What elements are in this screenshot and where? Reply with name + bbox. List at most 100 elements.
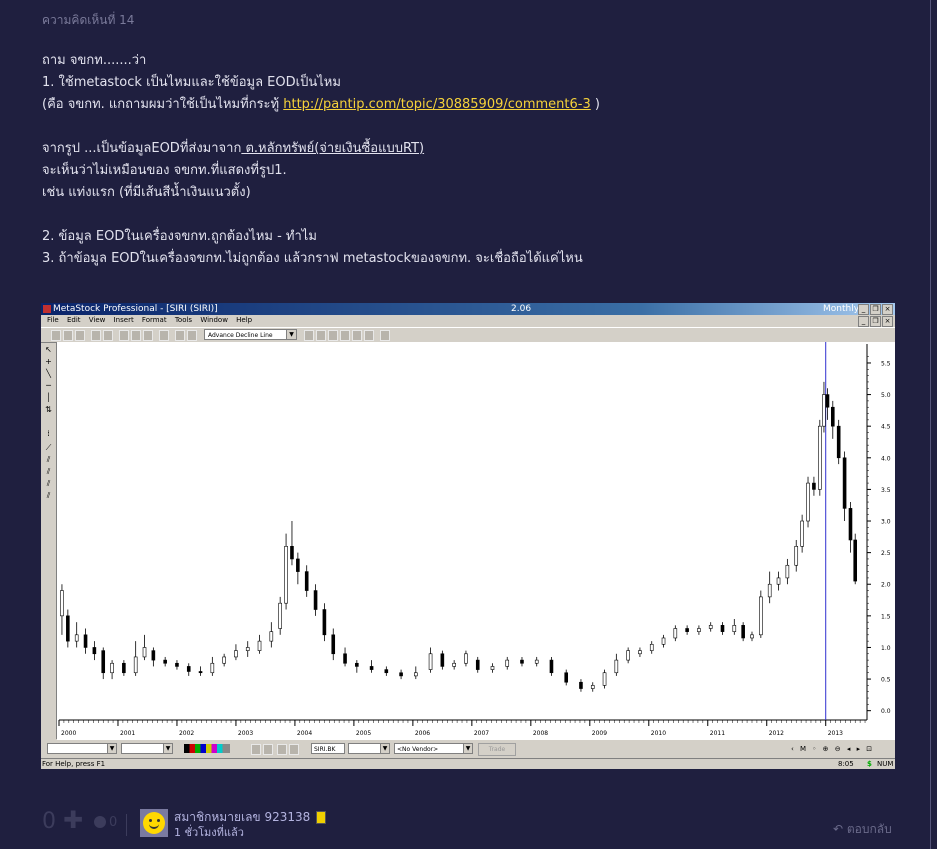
- cycle-icon[interactable]: ⁞: [44, 429, 53, 439]
- candle-body: [74, 634, 79, 642]
- exchange-select[interactable]: ▼: [348, 743, 390, 754]
- channel-icon[interactable]: ⫽: [44, 479, 53, 489]
- y-tick-label: 5.5: [881, 360, 891, 367]
- cycle-lines-icon[interactable]: ⇅: [44, 405, 53, 415]
- menu-view[interactable]: View: [89, 316, 106, 324]
- fibonacci-icon[interactable]: ⟋: [44, 443, 53, 453]
- menu-file[interactable]: File: [47, 316, 59, 324]
- candle-body: [245, 647, 250, 651]
- binoculars-icon[interactable]: [364, 330, 374, 341]
- reply-label: ตอบกลับ: [846, 822, 892, 836]
- comment-number: ความคิดเห็นที่ 14: [42, 13, 135, 27]
- speed-line-icon[interactable]: ⫽: [44, 491, 53, 501]
- body-line: เช่น แท่งแรก (ที่มีเส้นสีน้ำเงินแนวตั้ง): [42, 185, 251, 200]
- x-tick-label: 2004: [297, 730, 312, 737]
- candle-body: [464, 653, 468, 664]
- trendline-icon[interactable]: ╲: [44, 369, 53, 379]
- candle-body: [720, 625, 725, 632]
- help-icon[interactable]: [380, 330, 390, 341]
- record-icon[interactable]: [251, 744, 261, 755]
- move-icon[interactable]: [175, 330, 185, 341]
- candle-body: [60, 590, 64, 617]
- candle-body: [638, 650, 642, 655]
- candle-body: [163, 659, 167, 664]
- y-tick-label: 1.5: [881, 613, 891, 620]
- undo-icon[interactable]: [159, 330, 169, 341]
- color-palette[interactable]: [184, 744, 230, 753]
- candle-body: [661, 637, 666, 645]
- horizontal-line-icon[interactable]: ─: [44, 381, 53, 391]
- menu-help[interactable]: Help: [236, 316, 252, 324]
- x-tick-label: 2005: [356, 730, 371, 737]
- camera-icon[interactable]: [277, 744, 287, 755]
- candle-body: [222, 656, 226, 664]
- topic-link[interactable]: http://pantip.com/topic/30885909/comment…: [283, 97, 591, 112]
- body-line: 2. ข้อมูล EODในเครื่องจขกท.ถูกต้องไหม - …: [42, 229, 317, 244]
- close-icon[interactable]: ×: [882, 304, 893, 315]
- zoom-icon[interactable]: [187, 330, 197, 341]
- restore-icon[interactable]: ❐: [870, 316, 881, 327]
- stop-icon[interactable]: [263, 744, 273, 755]
- candle-body: [564, 672, 569, 683]
- menu-insert[interactable]: Insert: [114, 316, 134, 324]
- x-tick-label: 2007: [474, 730, 489, 737]
- candle-body: [290, 546, 294, 560]
- menu-format[interactable]: Format: [142, 316, 167, 324]
- emotion-icon[interactable]: [94, 816, 106, 828]
- reply-button[interactable]: ↶ ตอบกลับ: [833, 820, 892, 839]
- close-icon[interactable]: ×: [882, 316, 893, 327]
- chart-area[interactable]: 0.0 0.5 1.0 1.5 2.0 2.5 3.0 3.5 4.0 4.5 5.0 5.5 2000…: [57, 342, 895, 740]
- screen-icon[interactable]: [289, 744, 299, 755]
- expert-icon[interactable]: [316, 330, 326, 341]
- minimize-icon[interactable]: _: [858, 304, 869, 315]
- candle-body: [822, 394, 826, 427]
- x-tick-label: 2009: [592, 730, 607, 737]
- new-icon[interactable]: [51, 330, 61, 341]
- vendor-select[interactable]: <No Vendor> ▼: [394, 743, 473, 754]
- x-tick-label: 2012: [769, 730, 784, 737]
- cut-icon[interactable]: [119, 330, 129, 341]
- minimize-icon[interactable]: _: [858, 316, 869, 327]
- formula-icon[interactable]: [328, 330, 338, 341]
- indicator-select[interactable]: Advance Decline Line ▼: [204, 329, 297, 340]
- dollar-icon[interactable]: [352, 330, 362, 341]
- paste-icon[interactable]: [143, 330, 153, 341]
- pointer-icon[interactable]: ↖: [44, 345, 53, 355]
- window-buttons: _ ❐ ×: [858, 304, 893, 315]
- menu-window[interactable]: Window: [200, 316, 228, 324]
- candle-body: [794, 546, 799, 566]
- menu-tools[interactable]: Tools: [175, 316, 192, 324]
- chevron-down-icon: ▼: [463, 744, 472, 753]
- candle-body: [110, 662, 114, 674]
- child-window-buttons: _ ❐ ×: [858, 316, 893, 327]
- system-tester-icon[interactable]: [340, 330, 350, 341]
- print-preview-icon[interactable]: [103, 330, 113, 341]
- plus-vote-icon[interactable]: ✚: [63, 806, 83, 834]
- trade-button[interactable]: Trade: [478, 743, 516, 756]
- candle-body: [614, 659, 619, 674]
- copy-icon[interactable]: [131, 330, 141, 341]
- x-tick-label: 2000: [61, 730, 76, 737]
- explorer-icon[interactable]: [304, 330, 314, 341]
- open-icon[interactable]: [63, 330, 73, 341]
- status-help: For Help, press F1: [42, 760, 106, 768]
- candle-body: [142, 647, 147, 658]
- x-tick-label: 2011: [710, 730, 725, 737]
- symbol-box[interactable]: SIRI.BK: [311, 743, 345, 754]
- x-tick-label: 2008: [533, 730, 548, 737]
- arc-icon[interactable]: ⫽: [44, 467, 53, 477]
- restore-icon[interactable]: ❐: [870, 304, 881, 315]
- candle-body: [505, 659, 510, 667]
- save-icon[interactable]: [75, 330, 85, 341]
- line-width-select[interactable]: ▼: [121, 743, 173, 754]
- vertical-line-icon[interactable]: │: [44, 393, 53, 403]
- scroll-controls[interactable]: ‹ M ◦ ⊕ ⊖ ◂ ▸ ⊡: [791, 745, 874, 753]
- crosshair-icon[interactable]: +: [44, 357, 53, 367]
- print-icon[interactable]: [91, 330, 101, 341]
- line-style-select[interactable]: ▼: [47, 743, 117, 754]
- avatar[interactable]: [140, 809, 168, 837]
- y-tick-label: 0.5: [881, 677, 891, 684]
- candle-body: [590, 685, 595, 689]
- menu-edit[interactable]: Edit: [67, 316, 81, 324]
- fan-icon[interactable]: ⫽: [44, 455, 53, 465]
